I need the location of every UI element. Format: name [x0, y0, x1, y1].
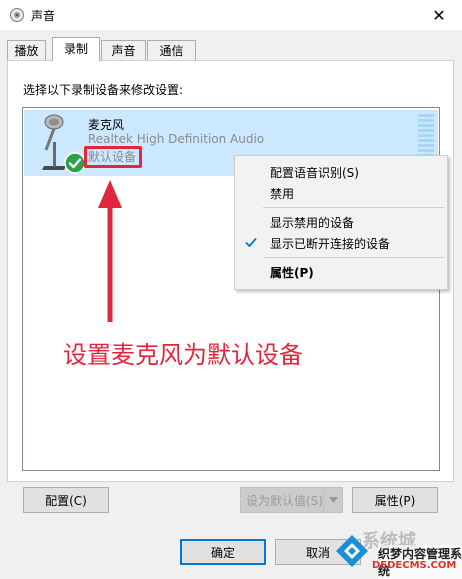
- menu-separator: [263, 207, 445, 208]
- menu-item-configure-speech[interactable]: 配置语音识别(S): [270, 164, 359, 181]
- watermark-bottom-text: DEDECMS.COM: [372, 560, 457, 571]
- check-icon: [245, 237, 257, 248]
- watermark: 系统城 织梦内容管理系统 DEDECMS.COM: [332, 527, 462, 579]
- annotation-text: 设置麦克风为默认设备: [63, 341, 303, 369]
- menu-item-show-disconnected[interactable]: 显示已断开连接的设备: [270, 235, 390, 252]
- menu-item-properties[interactable]: 属性(P): [270, 264, 314, 281]
- context-menu: 配置语音识别(S) 禁用 显示禁用的设备 显示已断开连接的设备 属性(P): [234, 155, 448, 290]
- menu-item-disable[interactable]: 禁用: [270, 185, 294, 202]
- menu-item-show-disabled[interactable]: 显示禁用的设备: [270, 214, 354, 231]
- menu-separator: [263, 257, 445, 258]
